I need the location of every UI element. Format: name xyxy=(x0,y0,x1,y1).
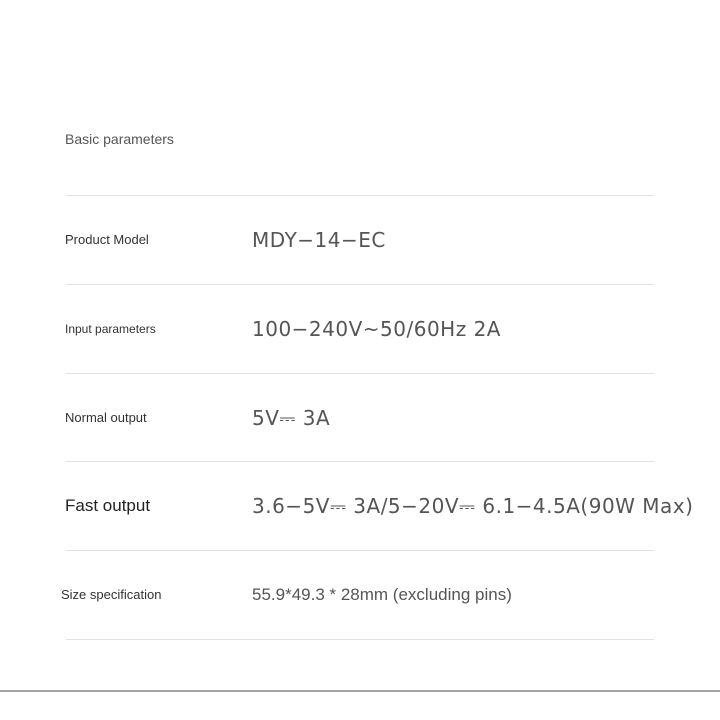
divider xyxy=(66,373,654,374)
divider xyxy=(66,639,654,640)
row-value: MDY−14−EC xyxy=(252,228,386,252)
row-label: Fast output xyxy=(65,496,151,515)
divider xyxy=(66,284,654,285)
section-title: Basic parameters xyxy=(65,131,174,147)
row-value: 3.6−5V⎓ 3A/5−20V⎓ 6.1−4.5A(90W Max) xyxy=(252,494,694,518)
row-value: 55.9*49.3 * 28mm (excluding pins) xyxy=(252,585,512,604)
row-value: 5V⎓ 3A xyxy=(252,406,331,430)
divider xyxy=(66,195,654,196)
divider xyxy=(66,550,654,551)
row-label: Product Model xyxy=(65,232,149,247)
row-value: 100−240V~50/60Hz 2A xyxy=(252,317,501,341)
row-label: Normal output xyxy=(65,410,147,425)
divider xyxy=(66,461,654,462)
bottom-border xyxy=(0,690,720,692)
row-label: Input parameters xyxy=(65,322,156,336)
row-label: Size specification xyxy=(61,587,162,602)
